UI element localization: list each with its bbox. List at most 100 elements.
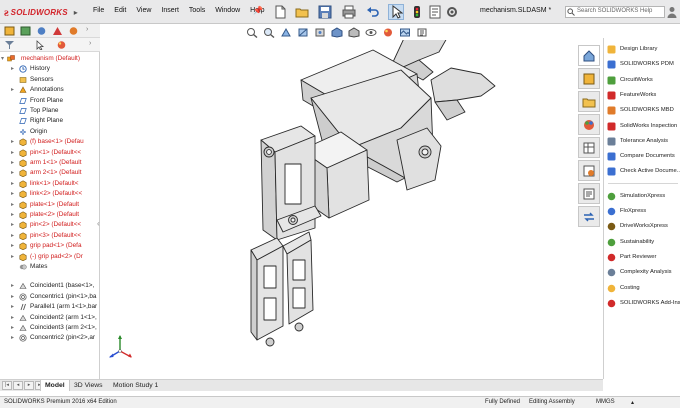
new-document-button[interactable] [272, 4, 288, 20]
task-tab-custom-properties[interactable] [578, 160, 600, 181]
task-pane-item[interactable]: Sustainability [604, 236, 680, 248]
save-button[interactable] [317, 4, 333, 20]
expand-icon[interactable]: ▸ [11, 201, 14, 208]
display-style-button[interactable] [347, 26, 361, 38]
tab-motion-study-1[interactable]: Motion Study 1 [109, 380, 162, 391]
tree-item[interactable]: ▸ plate<1> (Default [0, 200, 100, 210]
tree-item[interactable]: ▸ Annotations [0, 85, 100, 95]
menu-tools[interactable]: Tools [189, 7, 205, 14]
expand-icon[interactable]: ▸ [11, 221, 14, 228]
tree-item[interactable]: ▸ arm 1<1> (Default [0, 158, 100, 168]
expand-icon[interactable]: ▸ [11, 232, 14, 239]
task-pane-item[interactable]: Part Reviewer [604, 251, 680, 263]
expand-icon[interactable]: ▸ [11, 149, 14, 156]
task-pane-item[interactable]: Complexity Analysis [604, 266, 680, 278]
tree-root[interactable]: ▾ mechanism (Default) [0, 54, 100, 64]
mate-item[interactable]: ▸ Coincident1 (base<1>, [0, 281, 100, 291]
expand-icon[interactable]: ▸ [11, 211, 14, 218]
task-pane-item[interactable]: Design Library [604, 43, 680, 55]
mate-item[interactable]: ▸ Concentric1 (pin<1>,ba [0, 292, 100, 302]
tree-item[interactable]: ▸ History [0, 64, 100, 74]
task-pane-item[interactable]: FeatureWorks [604, 89, 680, 101]
tree-item[interactable]: ▸ link<2> (Default<< [0, 189, 100, 199]
solidworks-logo[interactable]: ƨ SOLIDWORKS ▸ [4, 5, 78, 19]
tree-item[interactable]: Mates [0, 262, 100, 272]
dimxpert-tab-icon[interactable] [52, 26, 63, 36]
rebuild-button[interactable] [409, 4, 425, 20]
expand-icon[interactable]: ▸ [11, 334, 14, 341]
task-pane-item[interactable]: Check Active Docume... [604, 165, 680, 177]
tree-item[interactable]: ▸ pin<2> (Default<< [0, 220, 100, 230]
task-tab-forum[interactable] [578, 183, 600, 204]
task-pane-item[interactable]: Costing [604, 282, 680, 294]
task-tab-solidworks-search[interactable] [578, 206, 600, 227]
tree-item[interactable]: ▸ pin<1> (Default<< [0, 148, 100, 158]
tree-item[interactable]: Origin [0, 127, 100, 137]
task-tab-solidworks-resources[interactable] [578, 45, 600, 66]
prev-tab-nav[interactable]: ◂ [13, 381, 23, 390]
tab-model[interactable]: Model [40, 380, 70, 391]
expand-icon[interactable]: ▸ [11, 282, 14, 289]
expand-icon[interactable]: ▸ [11, 303, 14, 310]
tree-item[interactable]: Sensors [0, 75, 100, 85]
configuration-manager-tab-icon[interactable] [36, 26, 47, 36]
tree-item[interactable]: ▸ arm 2<1> (Default [0, 168, 100, 178]
pin-menu-icon[interactable]: 📌 [253, 6, 263, 15]
tree-item[interactable]: ▸ (f) base<1> (Defau [0, 137, 100, 147]
print-button[interactable] [341, 4, 357, 20]
task-pane-item[interactable]: DriveWorksXpress [604, 220, 680, 232]
task-pane-item[interactable]: FloXpress [604, 205, 680, 217]
task-tab-appearances[interactable] [578, 114, 600, 135]
property-manager-tab-icon[interactable] [20, 26, 31, 36]
tree-item[interactable]: ▸ pin<3> (Default<< [0, 231, 100, 241]
status-units[interactable]: MMGS [596, 399, 615, 405]
menu-view[interactable]: View [136, 7, 151, 14]
collapse-icon[interactable]: ▾ [1, 55, 4, 62]
task-pane-item[interactable]: SOLIDWORKS Add-Ins [604, 297, 680, 309]
open-document-button[interactable] [294, 4, 310, 20]
filter-icon[interactable] [4, 40, 15, 50]
expand-icon[interactable]: ▸ [11, 293, 14, 300]
expand-icon[interactable]: ▸ [11, 324, 14, 331]
tree-item[interactable]: Top Plane [0, 106, 100, 116]
hide-show-items-button[interactable] [364, 26, 378, 38]
file-properties-button[interactable] [427, 4, 443, 20]
expand-icon[interactable]: ▸ [11, 253, 14, 260]
expand-icon[interactable]: ▸ [11, 314, 14, 321]
task-tab-view-palette[interactable] [578, 137, 600, 158]
zoom-to-fit-button[interactable] [245, 26, 259, 38]
zoom-to-area-button[interactable] [262, 26, 276, 38]
task-pane-item[interactable]: SolidWorks Inspection [604, 120, 680, 132]
task-tab-file-explorer[interactable] [578, 91, 600, 112]
view-orientation-button[interactable] [330, 26, 344, 38]
expand-icon[interactable]: ▸ [11, 159, 14, 166]
expand-icon[interactable]: ▸ [11, 138, 14, 145]
menu-file[interactable]: File [93, 7, 104, 14]
section-view-button[interactable] [296, 26, 310, 38]
mate-item[interactable]: ▸ Coincident2 (arm 1<1>, [0, 313, 100, 323]
status-expand-icon[interactable]: ▴ [631, 399, 634, 406]
task-tab-design-library[interactable] [578, 68, 600, 89]
menu-edit[interactable]: Edit [114, 7, 126, 14]
toolbar-chevron-icon[interactable]: › [89, 40, 91, 47]
menu-window[interactable]: Window [215, 7, 240, 14]
dynamic-annotation-button[interactable] [313, 26, 327, 38]
display-manager-tab-icon[interactable] [68, 26, 79, 36]
user-icon[interactable] [667, 6, 677, 18]
task-pane-item[interactable]: Compare Documents [604, 150, 680, 162]
apply-scene-button[interactable] [398, 26, 412, 38]
mate-item[interactable]: ▸ Coincident3 (arm 2<1>, [0, 323, 100, 333]
menu-insert[interactable]: Insert [161, 7, 179, 14]
options-gear-button[interactable] [444, 4, 460, 20]
tree-item[interactable]: ▸ (-) grip pad<2> (Dr [0, 252, 100, 262]
task-pane-item[interactable]: SimulationXpress [604, 190, 680, 202]
expand-icon[interactable]: ▸ [11, 180, 14, 187]
panel-collapse-icon[interactable]: ‹ [97, 219, 100, 228]
expand-icon[interactable]: ▸ [11, 242, 14, 249]
feature-manager-tab-icon[interactable] [4, 26, 15, 36]
task-pane-item[interactable]: CircuitWorks [604, 74, 680, 86]
tree-item[interactable]: Front Plane [0, 96, 100, 106]
mate-item[interactable]: ▸ Concentric2 (pin<2>,ar [0, 333, 100, 343]
expand-icon[interactable]: ▸ [11, 65, 14, 72]
tree-item[interactable]: ▸ plate<2> (Default [0, 210, 100, 220]
